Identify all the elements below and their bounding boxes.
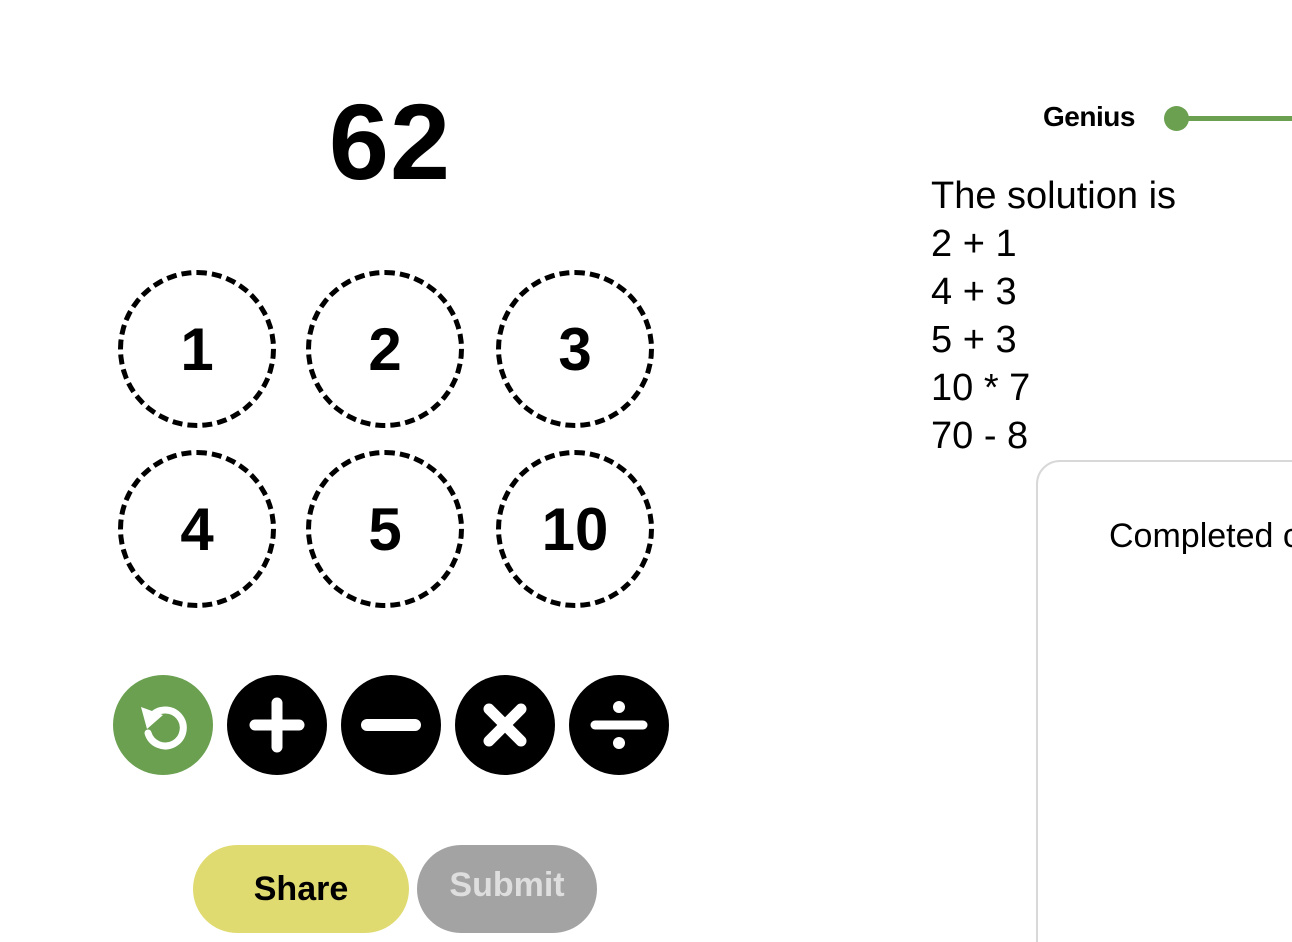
solution-step: 2 + 1 [931,223,1017,265]
divide-icon [589,695,649,755]
multiply-button[interactable] [455,675,555,775]
number-tile-1[interactable]: 1 [118,270,276,428]
target-number: 62 [328,81,452,202]
level-label: Genius [1043,101,1135,132]
number-tile-5[interactable]: 5 [306,450,464,608]
number-tile-2[interactable]: 2 [306,270,464,428]
level-progress-marker [1164,106,1189,131]
number-tile-6[interactable]: 10 [496,450,654,608]
stats-panel-heading: Completed c [1109,517,1292,555]
plus-button[interactable] [227,675,327,775]
solution-block: The solution is 2 + 1 4 + 3 5 + 3 10 * 7… [931,172,1176,460]
solution-heading: The solution is [931,175,1177,217]
plus-icon [247,695,307,755]
solution-step: 10 * 7 [931,367,1031,409]
solution-step: 5 + 3 [931,319,1017,361]
solution-step: 70 - 8 [931,415,1029,457]
level-progress-track [1176,116,1292,121]
submit-button[interactable]: Submit [417,845,597,933]
number-tile-3[interactable]: 3 [496,270,654,428]
minus-button[interactable] [341,675,441,775]
game-page: 62 1 2 3 4 5 10 Share Submit Genius The … [0,0,1292,942]
divide-button[interactable] [569,675,669,775]
multiply-icon [475,695,535,755]
number-tile-4[interactable]: 4 [118,450,276,608]
undo-button[interactable] [113,675,213,775]
share-button[interactable]: Share [193,845,409,933]
undo-icon [131,693,195,757]
solution-step: 4 + 3 [931,271,1017,313]
minus-icon [361,695,421,755]
